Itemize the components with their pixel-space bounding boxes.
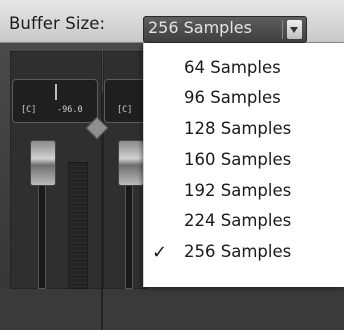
buffer-size-label: Buffer Size: (9, 14, 106, 33)
menu-item-224-samples[interactable]: 224 Samples (144, 206, 344, 236)
menu-item-160-samples[interactable]: 160 Samples (144, 145, 344, 175)
menu-item-label: 256 Samples (184, 242, 292, 261)
menu-item-label: 160 Samples (184, 150, 292, 169)
menu-item-label: 224 Samples (184, 211, 292, 230)
menu-item-label: 192 Samples (184, 181, 292, 200)
buffer-size-value: 256 Samples (148, 18, 252, 37)
menu-item-192-samples[interactable]: 192 Samples (144, 176, 344, 206)
chevron-down-icon[interactable] (287, 20, 302, 39)
select-divider (282, 20, 283, 39)
level-meter-display: [C] -96.0 (12, 79, 98, 123)
meter-peak-tick (55, 84, 57, 100)
checkmark-icon: ✓ (152, 242, 168, 263)
menu-item-label: 128 Samples (184, 119, 292, 138)
fader-handle[interactable] (30, 140, 56, 186)
menu-item-label: 64 Samples (184, 58, 281, 77)
toolbar: Buffer Size: 256 Samples (0, 0, 344, 43)
meter-channel-tag: [C] (117, 105, 133, 115)
menu-item-96-samples[interactable]: 96 Samples (144, 83, 344, 113)
menu-item-256-samples[interactable]: ✓ 256 Samples (144, 237, 344, 267)
level-meter-bar (68, 162, 88, 289)
buffer-size-select[interactable]: 256 Samples (143, 16, 307, 43)
buffer-size-menu: 64 Samples 96 Samples 128 Samples 160 Sa… (143, 43, 344, 287)
meter-level-value: -96.0 (57, 105, 83, 115)
fader-handle[interactable] (118, 140, 144, 186)
meter-channel-tag: [C] (21, 105, 37, 115)
menu-item-128-samples[interactable]: 128 Samples (144, 114, 344, 144)
menu-item-label: 96 Samples (184, 88, 281, 107)
menu-item-64-samples[interactable]: 64 Samples (144, 53, 344, 83)
